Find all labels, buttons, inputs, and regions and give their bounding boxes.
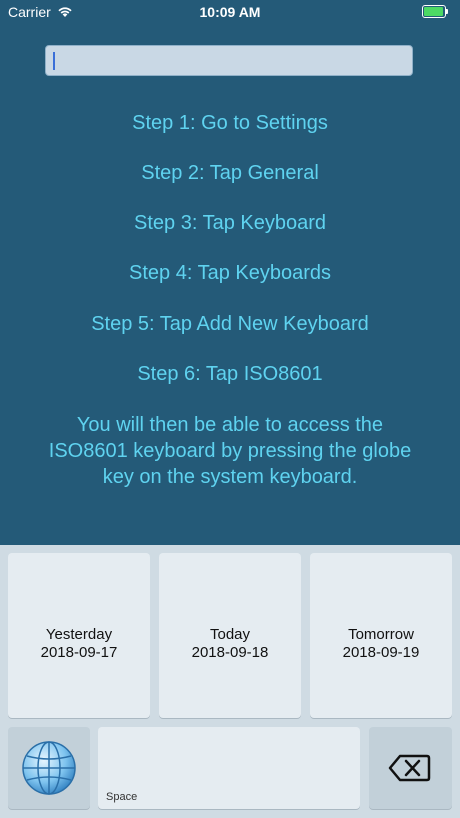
step-6-text: Step 6: Tap ISO8601 — [137, 363, 323, 385]
step-3-text: Step 3: Tap Keyboard — [134, 212, 326, 234]
yesterday-label: Yesterday — [45, 626, 113, 643]
iso8601-keyboard: Yesterday 2018-09-17 Today 2018-09-18 To… — [0, 545, 460, 818]
text-input-field[interactable] — [45, 45, 413, 76]
step-5-text: Step 5: Tap Add New Keyboard — [91, 313, 369, 335]
tomorrow-date: 2018-09-19 — [342, 644, 420, 661]
today-key[interactable]: Today 2018-09-18 — [159, 553, 301, 718]
globe-icon — [22, 741, 76, 795]
globe-key[interactable] — [8, 727, 90, 809]
space-label: Space — [106, 791, 138, 803]
info-text: You will then be able to access the ISO8… — [48, 414, 412, 488]
today-date: 2018-09-18 — [191, 644, 269, 661]
step-4-text: Step 4: Tap Keyboards — [129, 262, 331, 284]
status-bar: Carrier 10:09 AM — [0, 0, 460, 24]
space-key[interactable]: Space — [98, 727, 360, 809]
backspace-icon — [388, 754, 431, 782]
step-1-text: Step 1: Go to Settings — [132, 112, 328, 134]
yesterday-key[interactable]: Yesterday 2018-09-17 — [8, 553, 150, 718]
status-time: 10:09 AM — [199, 4, 261, 20]
yesterday-date: 2018-09-17 — [40, 644, 118, 661]
battery-icon — [422, 5, 448, 18]
step-2-text: Step 2: Tap General — [141, 162, 319, 184]
text-cursor — [53, 52, 55, 70]
tomorrow-key[interactable]: Tomorrow 2018-09-19 — [310, 553, 452, 718]
tomorrow-label: Tomorrow — [348, 626, 414, 643]
today-label: Today — [209, 626, 251, 643]
delete-key[interactable] — [369, 727, 452, 809]
